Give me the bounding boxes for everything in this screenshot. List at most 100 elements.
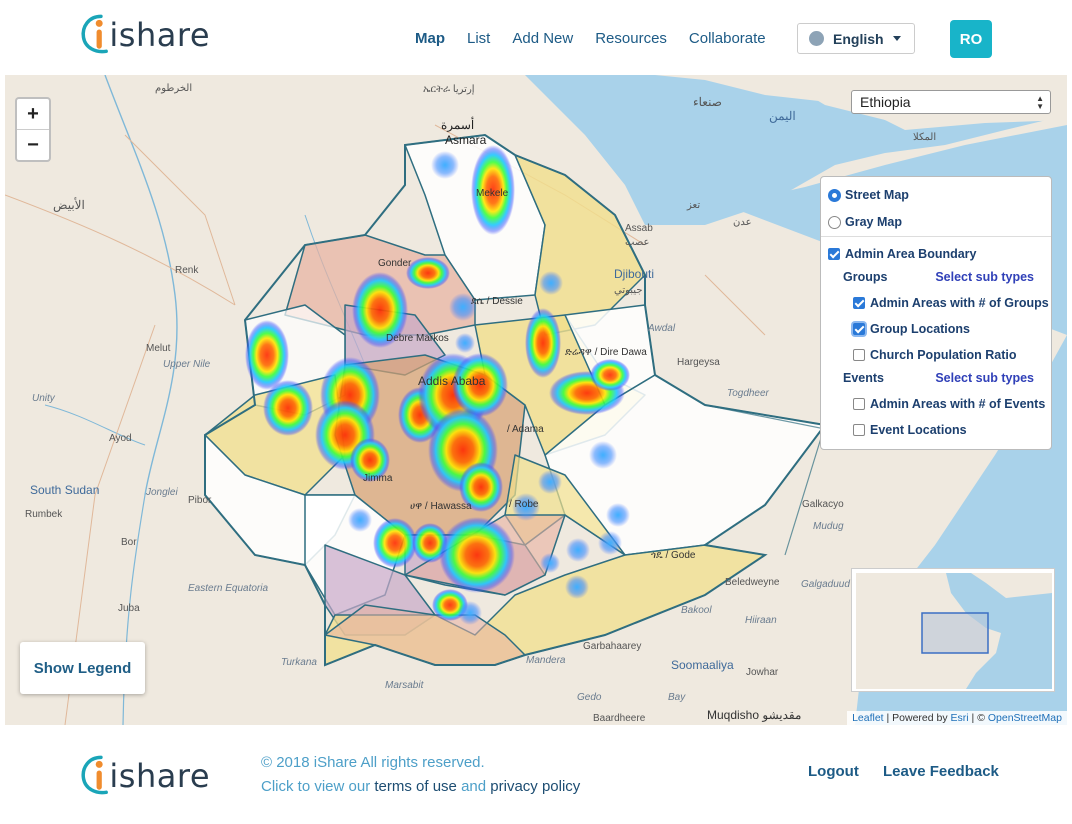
label-bakool: Bakool <box>681 605 712 616</box>
groups-admin-areas-checkbox[interactable] <box>853 297 865 309</box>
label-asmara: أسمرة <box>441 118 475 132</box>
label-jowhar: Jowhar <box>746 667 779 678</box>
label-awdal: Awdal <box>648 323 676 334</box>
label-soomaaliya: Soomaaliya <box>671 658 734 672</box>
label-pibor: Pibor <box>188 495 212 506</box>
nav-map[interactable]: Map <box>415 30 445 47</box>
label-unity: Unity <box>32 393 55 404</box>
label-hawassa: ሀዋ / Hawassa <box>410 501 472 512</box>
church-population-checkbox[interactable] <box>853 349 865 361</box>
label-adama: / Adama <box>507 424 544 435</box>
select-arrows-icon: ▲ ▼ <box>1036 94 1044 111</box>
label-jonglei: Jonglei <box>146 487 178 498</box>
ishare-logo[interactable]: ishare <box>80 8 210 58</box>
zoom-out-button[interactable]: − <box>17 129 49 160</box>
label-mekele: Mekele <box>476 188 509 199</box>
footer-ishare-logo[interactable]: ishare <box>80 748 210 800</box>
label-yemen: اليمن <box>769 109 796 123</box>
label-turkana: Turkana <box>281 657 317 668</box>
label-togdheer: Togdheer <box>727 388 769 399</box>
nav-add-new[interactable]: Add New <box>512 30 573 47</box>
country-select[interactable]: Ethiopia ▲ ▼ <box>851 90 1051 114</box>
site-header: ishare Map List Add New Resources Collab… <box>0 0 1072 75</box>
layers-divider <box>821 236 1051 237</box>
label-garbahaarey: Garbahaarey <box>583 641 642 652</box>
caret-down-icon <box>892 36 901 41</box>
event-locations-checkbox[interactable] <box>853 424 865 436</box>
label-ayod: Ayod <box>109 433 132 444</box>
country-select-value: Ethiopia <box>860 94 911 110</box>
nav-list[interactable]: List <box>467 30 490 47</box>
label-djibouti-ar: جيبوتي <box>614 285 643 296</box>
groups-admin-areas-option[interactable]: Admin Areas with # of Groups <box>853 296 1049 310</box>
label-robe: / Robe <box>509 499 539 510</box>
gray-map-option[interactable]: Gray Map <box>828 215 902 229</box>
logo-wordmark: ishare <box>109 16 210 54</box>
show-legend-button[interactable]: Show Legend <box>20 642 145 694</box>
terms-prefix: Click to view our <box>261 778 371 795</box>
events-admin-areas-checkbox[interactable] <box>853 398 865 410</box>
events-admin-areas-label: Admin Areas with # of Events <box>870 397 1046 411</box>
events-admin-areas-option[interactable]: Admin Areas with # of Events <box>853 397 1045 411</box>
osm-link[interactable]: OpenStreetMap <box>988 712 1062 724</box>
logout-link[interactable]: Logout <box>808 763 859 780</box>
nav-resources[interactable]: Resources <box>595 30 667 47</box>
street-map-radio[interactable] <box>828 188 841 202</box>
footer-copyright: © 2018 iShare All rights reserved. <box>261 754 485 771</box>
label-mogadishu: Muqdisho مقديشو <box>707 708 802 722</box>
events-header: Events Select sub types <box>843 371 1043 385</box>
label-renk: Renk <box>175 265 199 276</box>
label-assab-ar: عصب <box>625 237 650 248</box>
events-label: Events <box>843 371 884 385</box>
label-sanaa: صنعاء <box>693 95 722 109</box>
label-aden: عدن <box>733 217 752 228</box>
street-map-option[interactable]: Street Map <box>828 188 909 202</box>
leave-feedback-link[interactable]: Leave Feedback <box>883 763 999 780</box>
privacy-policy-link[interactable]: privacy policy <box>490 778 580 795</box>
ishare-logo-icon <box>81 14 108 54</box>
nav-collaborate[interactable]: Collaborate <box>689 30 766 47</box>
globe-icon <box>809 31 824 46</box>
event-locations-option[interactable]: Event Locations <box>853 423 967 437</box>
street-map-label: Street Map <box>845 188 909 202</box>
label-gonder: Gonder <box>378 258 412 269</box>
group-locations-checkbox[interactable] <box>853 323 865 335</box>
attribution-sep: | © <box>971 712 985 724</box>
map-view[interactable]: أسمرة Asmara ኤርትራ إرتريا Mekele Gonder ደ… <box>5 75 1067 725</box>
label-djibouti: Djibouti <box>614 267 655 281</box>
groups-admin-areas-label: Admin Areas with # of Groups <box>870 296 1049 310</box>
church-population-option[interactable]: Church Population Ratio <box>853 348 1017 362</box>
label-marsabit: Marsabit <box>385 680 424 691</box>
language-dropdown[interactable]: English <box>797 23 915 54</box>
admin-boundary-label: Admin Area Boundary <box>845 247 977 261</box>
leaflet-link[interactable]: Leaflet <box>852 712 884 724</box>
label-dessie: ደሴ / Dessie <box>471 296 523 307</box>
footer-terms-line: Click to view our terms of use and priva… <box>261 778 580 795</box>
group-locations-label: Group Locations <box>870 322 970 336</box>
layers-panel: Street Map Gray Map Admin Area Boundary … <box>820 176 1052 450</box>
user-avatar-button[interactable]: RO <box>950 20 992 58</box>
group-locations-option[interactable]: Group Locations <box>853 322 970 336</box>
label-debre-markos: Debre Markos <box>386 333 449 344</box>
terms-and: and <box>461 778 487 795</box>
minimap-view[interactable] <box>856 573 1052 689</box>
gray-map-radio[interactable] <box>828 215 841 229</box>
esri-link[interactable]: Esri <box>951 712 969 724</box>
attribution-powered: | Powered by <box>886 712 948 724</box>
zoom-in-button[interactable]: + <box>17 99 49 129</box>
label-taiz: تعز <box>687 200 701 211</box>
language-label: English <box>833 30 884 47</box>
groups-select-subtypes-link[interactable]: Select sub types <box>935 270 1034 284</box>
terms-of-use-link[interactable]: terms of use <box>374 778 457 795</box>
label-mukalla: المكلا <box>913 132 937 143</box>
overview-minimap[interactable] <box>851 568 1055 692</box>
label-jimma: Jimma <box>363 473 393 484</box>
label-mudug: Mudug <box>813 521 844 532</box>
events-select-subtypes-link[interactable]: Select sub types <box>935 371 1034 385</box>
footer-logo-wordmark: ishare <box>109 757 210 795</box>
minimap-graphic <box>856 573 1052 689</box>
label-bay: Bay <box>668 692 686 703</box>
admin-boundary-checkbox[interactable] <box>828 248 840 260</box>
label-gedo: Gedo <box>577 692 602 703</box>
admin-boundary-option[interactable]: Admin Area Boundary <box>828 247 977 261</box>
